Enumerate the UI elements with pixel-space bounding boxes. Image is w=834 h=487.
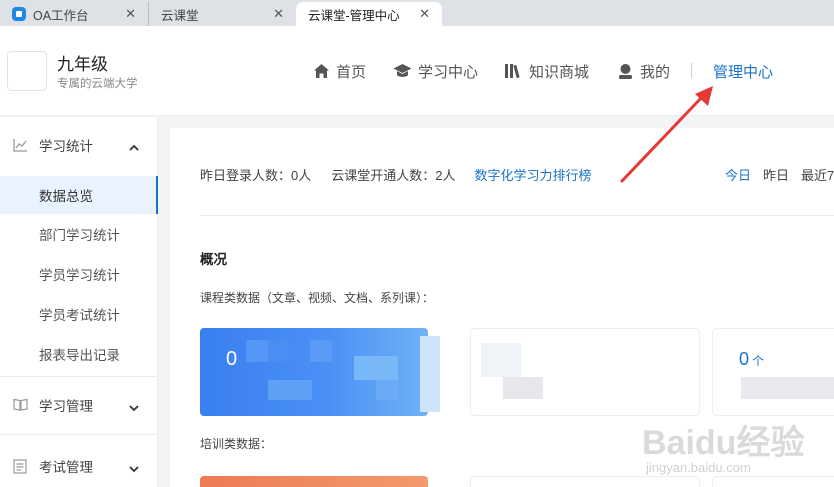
book-icon [13,398,28,414]
close-icon[interactable]: ✕ [419,6,430,22]
oa-app-icon [12,7,26,21]
sidebar-item-label: 数据总览 [39,189,93,204]
browser-tab-admin-active[interactable]: 云课堂-管理中心 ✕ [296,2,442,26]
nav-label: 首页 [336,63,367,81]
nav-knowledge-mall[interactable]: 知识商城 [504,60,589,82]
course-stat-value: 0个 [739,349,764,370]
nav-label: 我的 [640,63,671,81]
sidebar-group-learning-mgmt[interactable]: 学习管理 [0,387,158,423]
sidebar-item-data-overview[interactable]: 数据总览 [0,176,158,214]
course-stat-card-tertiary[interactable]: 0个 [712,328,834,416]
nav-label: 学习中心 [418,63,479,81]
browser-tab-label: 云课堂 [161,8,199,23]
sidebar-divider [0,434,158,435]
exam-icon [13,459,27,477]
app-header: 九年级 专属的云端大学 首页 学习中心 知识商城 我的 管理中心 [0,26,834,116]
sidebar-item-label: 学员考试统计 [39,308,120,323]
close-icon[interactable]: ✕ [125,6,136,22]
nav-learning-center[interactable]: 学习中心 [393,60,478,82]
ranking-link[interactable]: 数字化学习力排行榜 [475,165,592,184]
sidebar: 学习统计 数据总览 部门学习统计 学员学习统计 学员考试统计 报表导出记录 学习… [0,117,158,487]
period-yesterday[interactable]: 昨日 [763,165,789,184]
browser-tab-label: 云课堂-管理中心 [308,8,400,23]
open-count-label: 云课堂开通人数： [331,168,436,183]
course-stat-card-primary[interactable]: 0 [200,328,428,416]
login-count-value: 0人 [291,168,312,183]
nav-label: 管理中心 [713,63,774,81]
watermark-url: jingyan.baidu.com [646,460,751,475]
blurred-region [481,343,521,377]
course-stat-card-secondary[interactable] [470,328,700,416]
blurred-region [268,380,312,400]
close-icon[interactable]: ✕ [273,6,284,22]
user-icon [617,63,634,80]
sidebar-group-label: 考试管理 [39,460,93,475]
course-stat-unit: 个 [752,354,765,368]
blurred-region [376,380,398,400]
watermark-brand: Baidu经验 [642,424,805,462]
stats-bar: 昨日登录人数： 0人 云课堂开通人数： 2人 数字化学习力排行榜 [200,165,592,184]
login-count-label: 昨日登录人数： [200,168,292,183]
library-icon [504,63,523,79]
sidebar-group-label: 学习统计 [39,139,93,154]
section-divider [200,215,834,216]
sidebar-item-student-exam-stats[interactable]: 学员考试统计 [0,295,158,333]
chevron-up-icon[interactable] [129,140,139,155]
sidebar-item-label: 学员学习统计 [39,268,120,283]
blurred-region [268,340,290,362]
org-subtitle: 专属的云端大学 [57,78,138,90]
open-count-value: 2人 [435,168,456,183]
sidebar-item-dept-stats[interactable]: 部门学习统计 [0,215,158,253]
nav-my[interactable]: 我的 [617,60,670,82]
chevron-down-icon[interactable] [129,400,139,415]
training-data-label: 培训类数据： [200,437,273,451]
org-logo [7,51,47,91]
blurred-region [420,336,440,412]
training-stat-card-primary[interactable] [200,476,428,487]
graduation-cap-icon [393,63,412,79]
course-data-label: 课程类数据（文章、视频、文档、系列课）： [200,291,435,305]
app-window: OA工作台 ✕ 云课堂 ✕ 云课堂-管理中心 ✕ 九年级 专属的云端大学 首页 … [0,0,834,487]
blurred-region [354,356,398,380]
org-name: 九年级 [57,55,108,74]
sidebar-item-label: 报表导出记录 [39,348,120,363]
period-today[interactable]: 今日 [725,165,751,184]
course-stat-number: 0 [739,349,750,369]
blurred-region [310,340,332,362]
blurred-region [741,377,834,399]
sidebar-group-exam-mgmt[interactable]: 考试管理 [0,448,158,484]
blurred-region [246,340,268,362]
sidebar-group-label: 学习管理 [39,399,93,414]
baidu-watermark: Baidu经验 jingyan.baidu.com [640,405,820,485]
overview-title: 概况 [200,252,227,267]
course-stat-value: 0 [226,348,238,370]
browser-tab-yunketang[interactable]: 云课堂 ✕ [148,2,296,26]
nav-home[interactable]: 首页 [313,60,366,82]
sidebar-item-student-learning-stats[interactable]: 学员学习统计 [0,255,158,293]
browser-tab-label: OA工作台 [33,8,89,23]
sidebar-group-learning-stats[interactable]: 学习统计 [0,127,158,163]
period-recent[interactable]: 最近7 [801,165,834,184]
chart-icon [13,138,28,155]
sidebar-divider [0,376,158,377]
browser-tab-bar: OA工作台 ✕ 云课堂 ✕ 云课堂-管理中心 ✕ [0,0,834,26]
browser-tab-oa[interactable]: OA工作台 ✕ [0,2,148,26]
chevron-down-icon[interactable] [129,461,139,476]
nav-separator [691,63,692,78]
blurred-region [503,377,543,399]
nav-admin-center[interactable]: 管理中心 [713,60,773,82]
home-icon [313,63,330,79]
sidebar-item-label: 部门学习统计 [39,228,120,243]
sidebar-item-report-export[interactable]: 报表导出记录 [0,335,158,373]
nav-label: 知识商城 [529,63,590,81]
